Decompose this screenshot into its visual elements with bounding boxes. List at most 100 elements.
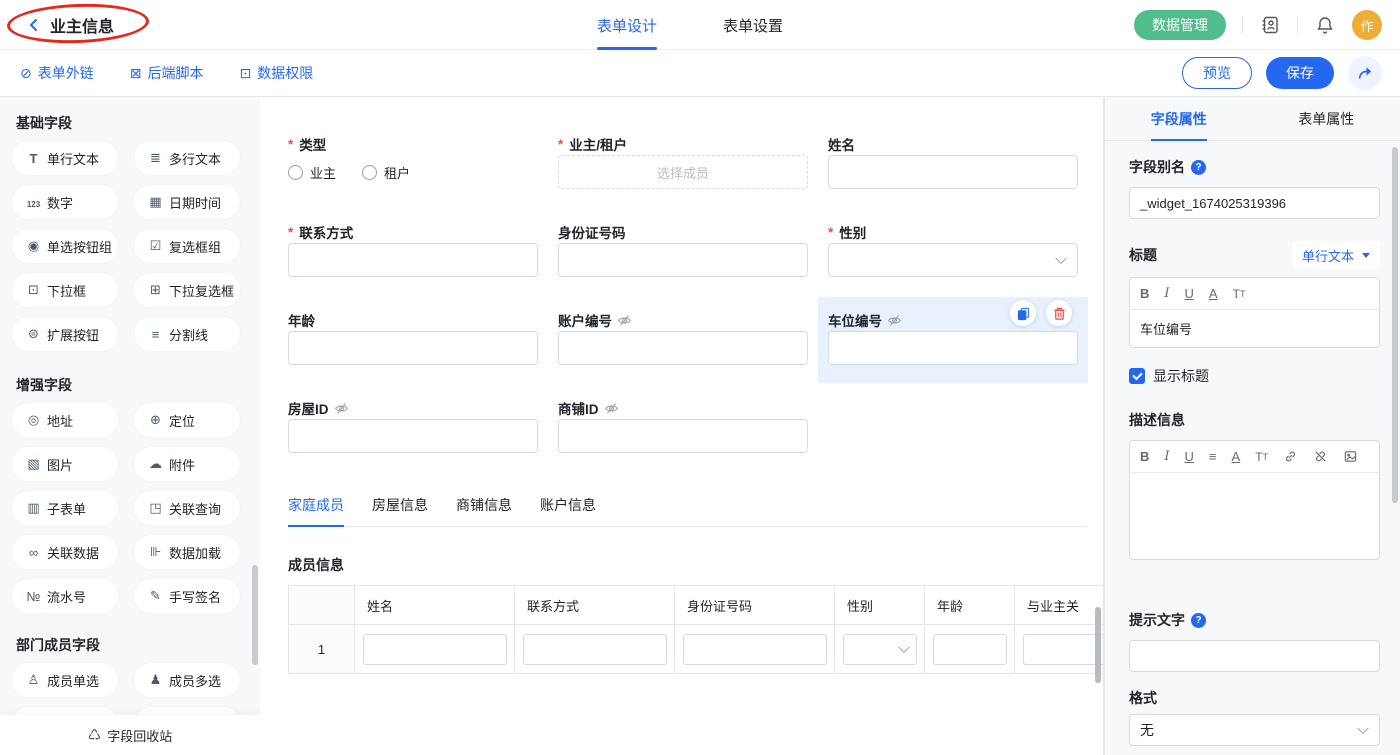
preview-button[interactable]: 预览: [1182, 57, 1252, 89]
field-pill-signature[interactable]: 手写签名: [134, 579, 240, 613]
underline-icon[interactable]: U: [1185, 449, 1194, 464]
field-pill-related-query[interactable]: 关联查询: [134, 491, 240, 525]
contact-input[interactable]: [288, 243, 538, 277]
id-number-cell-input[interactable]: [683, 634, 827, 665]
field-contact[interactable]: 联系方式: [288, 221, 538, 277]
field-pill-divider[interactable]: 分割线: [134, 317, 240, 351]
field-shop-id[interactable]: 商铺ID: [558, 397, 808, 453]
italic-icon[interactable]: I: [1164, 449, 1169, 464]
tab-house-info[interactable]: 房屋信息: [372, 495, 428, 526]
field-type-dropdown[interactable]: 单行文本: [1292, 241, 1380, 269]
field-recycle-bin[interactable]: ♺ 字段回收站: [0, 715, 260, 755]
bold-icon[interactable]: B: [1140, 449, 1149, 464]
gender-select[interactable]: [828, 243, 1078, 277]
data-manage-button[interactable]: 数据管理: [1134, 10, 1226, 40]
insert-image-icon[interactable]: [1343, 449, 1358, 464]
field-house-id[interactable]: 房屋ID: [288, 397, 538, 453]
format-select[interactable]: 无: [1129, 714, 1380, 746]
show-title-checkbox-row[interactable]: 显示标题: [1129, 366, 1380, 386]
tab-field-properties[interactable]: 字段属性: [1105, 97, 1253, 140]
description-editor-content[interactable]: [1130, 473, 1379, 559]
field-pill-attachment[interactable]: 附件: [134, 447, 240, 481]
relation-cell-input[interactable]: [1023, 634, 1104, 665]
field-parking-no-selected[interactable]: 车位编号: [828, 309, 1078, 365]
hint-input[interactable]: [1129, 640, 1380, 672]
field-gender[interactable]: 性别: [828, 221, 1078, 277]
checkbox-checked-icon[interactable]: [1129, 368, 1145, 384]
external-link-button[interactable]: ⊘ 表单外链: [20, 63, 94, 83]
field-id-number[interactable]: 身份证号码: [558, 221, 808, 277]
field-pill-multi-line-text[interactable]: 多行文本: [134, 141, 240, 175]
radio-icon[interactable]: [362, 165, 377, 180]
copy-field-button[interactable]: [1010, 300, 1036, 326]
gender-cell-select[interactable]: [843, 634, 917, 665]
id-number-input[interactable]: [558, 243, 808, 277]
field-pill-serial-number[interactable]: 流水号: [12, 579, 118, 613]
field-alias-input[interactable]: _widget_1674025319396: [1129, 187, 1380, 219]
tab-form-settings[interactable]: 表单设置: [723, 0, 783, 50]
field-owner-tenant[interactable]: 业主/租户 选择成员: [558, 133, 808, 189]
field-name[interactable]: 姓名: [828, 133, 1078, 189]
field-pill-locate[interactable]: 定位: [134, 403, 240, 437]
font-size-icon[interactable]: TT: [1233, 287, 1246, 301]
member-picker[interactable]: 选择成员: [558, 155, 808, 189]
field-pill-single-line-text[interactable]: 单行文本: [12, 141, 118, 175]
unlink-icon[interactable]: [1313, 449, 1328, 464]
share-button[interactable]: [1348, 56, 1382, 90]
field-pill-select[interactable]: 下拉框: [12, 273, 118, 307]
field-pill-multi-select[interactable]: 下拉复选框: [134, 273, 240, 307]
age-input[interactable]: [288, 331, 538, 365]
contacts-icon[interactable]: [1259, 14, 1281, 36]
field-pill-number[interactable]: 数字: [12, 185, 118, 219]
tab-shop-info[interactable]: 商铺信息: [456, 495, 512, 526]
help-icon[interactable]: ?: [1191, 613, 1206, 628]
field-pill-subform[interactable]: 子表单: [12, 491, 118, 525]
underline-icon[interactable]: U: [1185, 286, 1194, 301]
field-pill-data-load[interactable]: 数据加载: [134, 535, 240, 569]
field-pill-image[interactable]: 图片: [12, 447, 118, 481]
font-color-icon[interactable]: A: [1232, 449, 1241, 464]
italic-icon[interactable]: I: [1164, 286, 1169, 301]
font-size-icon[interactable]: TT: [1255, 450, 1268, 464]
age-cell-input[interactable]: [933, 634, 1007, 665]
align-icon[interactable]: ≡: [1209, 449, 1217, 464]
sidebar-scrollbar[interactable]: [252, 97, 258, 715]
data-permission-button[interactable]: ⊡ 数据权限: [239, 63, 313, 83]
tab-form-design[interactable]: 表单设计: [597, 0, 657, 50]
parking-no-input[interactable]: [828, 331, 1078, 365]
backend-script-button[interactable]: ⊠ 后端脚本: [130, 63, 204, 83]
field-pill-member-single[interactable]: 成员单选: [12, 663, 118, 697]
house-id-input[interactable]: [288, 419, 538, 453]
font-color-icon[interactable]: A: [1209, 286, 1218, 301]
field-age[interactable]: 年龄: [288, 309, 538, 365]
field-pill-checkbox-group[interactable]: 复选框组: [134, 229, 240, 263]
name-cell-input[interactable]: [363, 634, 507, 665]
field-pill-datetime[interactable]: 日期时间: [134, 185, 240, 219]
avatar[interactable]: 作: [1352, 10, 1382, 40]
field-account-no[interactable]: 账户编号: [558, 309, 808, 365]
radio-option-owner[interactable]: 业主: [288, 163, 336, 182]
account-no-input[interactable]: [558, 331, 808, 365]
tab-account-info[interactable]: 账户信息: [540, 495, 596, 526]
field-pill-member-multi[interactable]: 成员多选: [134, 663, 240, 697]
bold-icon[interactable]: B: [1140, 286, 1149, 301]
field-pill-address[interactable]: 地址: [12, 403, 118, 437]
save-button[interactable]: 保存: [1266, 57, 1334, 89]
delete-field-button[interactable]: [1046, 300, 1072, 326]
field-pill-extend-button[interactable]: 扩展按钮: [12, 317, 118, 351]
field-pill-radio-group[interactable]: 单选按钮组: [12, 229, 118, 263]
contact-cell-input[interactable]: [523, 634, 667, 665]
field-type[interactable]: 类型 业主 租户: [288, 133, 538, 189]
name-input[interactable]: [828, 155, 1078, 189]
radio-option-tenant[interactable]: 租户: [362, 163, 410, 182]
canvas-scrollbar[interactable]: [1095, 97, 1101, 755]
radio-icon[interactable]: [288, 165, 303, 180]
title-editor-content[interactable]: 车位编号: [1130, 310, 1379, 347]
tab-family-members[interactable]: 家庭成员: [288, 495, 344, 527]
notification-bell-icon[interactable]: [1314, 14, 1336, 36]
panel-scrollbar[interactable]: [1392, 141, 1398, 755]
link-icon[interactable]: [1283, 449, 1298, 464]
back-navigation[interactable]: 业主信息: [26, 13, 114, 37]
shop-id-input[interactable]: [558, 419, 808, 453]
help-icon[interactable]: ?: [1191, 160, 1206, 175]
